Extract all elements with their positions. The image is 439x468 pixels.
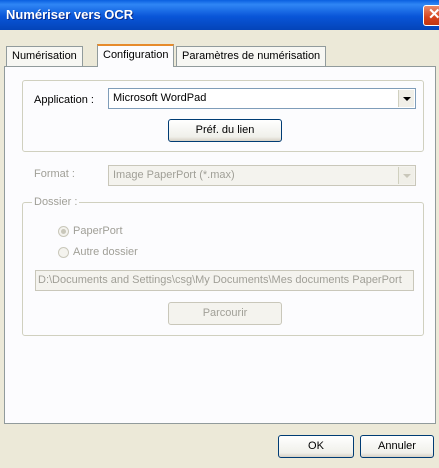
tab-label: Configuration — [103, 49, 169, 61]
window-title: Numériser vers OCR — [6, 7, 134, 22]
tab-numerisation[interactable]: Numérisation — [6, 46, 83, 66]
tab-label: Paramètres de numérisation — [182, 50, 321, 62]
application-select[interactable]: Microsoft WordPad — [108, 88, 416, 109]
browse-button[interactable]: Parcourir — [168, 302, 282, 325]
tab-configuration[interactable]: Configuration — [97, 44, 175, 67]
cancel-button[interactable]: Annuler — [360, 435, 434, 458]
other-folder-option-label: Autre dossier — [73, 246, 138, 258]
link-preferences-button[interactable]: Préf. du lien — [168, 119, 282, 142]
tab-label: Numérisation — [12, 50, 77, 62]
title-bar: Numériser vers OCR ✕ — [0, 0, 439, 30]
application-label: Application : — [34, 94, 94, 106]
other-folder-radio[interactable] — [58, 247, 69, 258]
chevron-down-icon[interactable] — [398, 90, 414, 107]
ok-button[interactable]: OK — [278, 435, 354, 458]
format-value: Image PaperPort (*.max) — [113, 169, 235, 181]
application-value: Microsoft WordPad — [113, 92, 207, 104]
close-icon: ✕ — [428, 6, 439, 23]
dossier-label: Dossier : — [32, 196, 80, 208]
format-select[interactable]: Image PaperPort (*.max) — [108, 165, 416, 186]
chevron-down-icon[interactable] — [398, 167, 414, 184]
paperport-radio[interactable] — [58, 226, 69, 237]
format-label: Format : — [34, 168, 75, 180]
close-button[interactable]: ✕ — [423, 5, 439, 26]
folder-path-input[interactable]: D:\Documents and Settings\csg\My Documen… — [35, 270, 414, 291]
tab-parametres-numerisation[interactable]: Paramètres de numérisation — [176, 46, 327, 66]
paperport-option-label: PaperPort — [73, 225, 123, 237]
